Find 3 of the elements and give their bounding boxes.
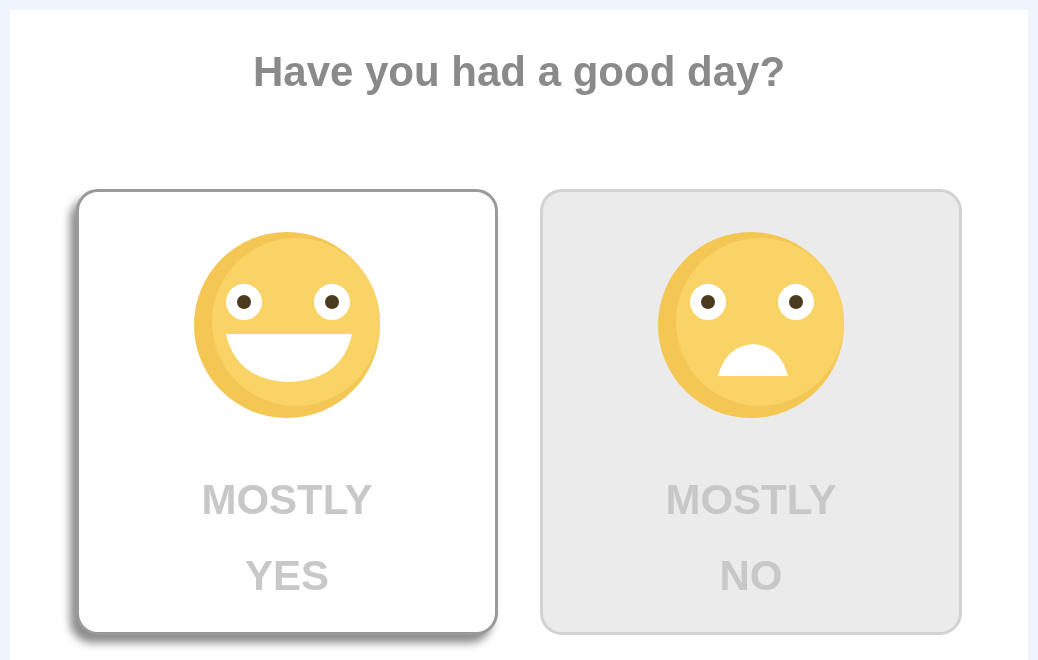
question-title: Have you had a good day? (252, 47, 786, 97)
smiling-face-icon (192, 230, 382, 420)
sad-face-icon (656, 230, 846, 420)
